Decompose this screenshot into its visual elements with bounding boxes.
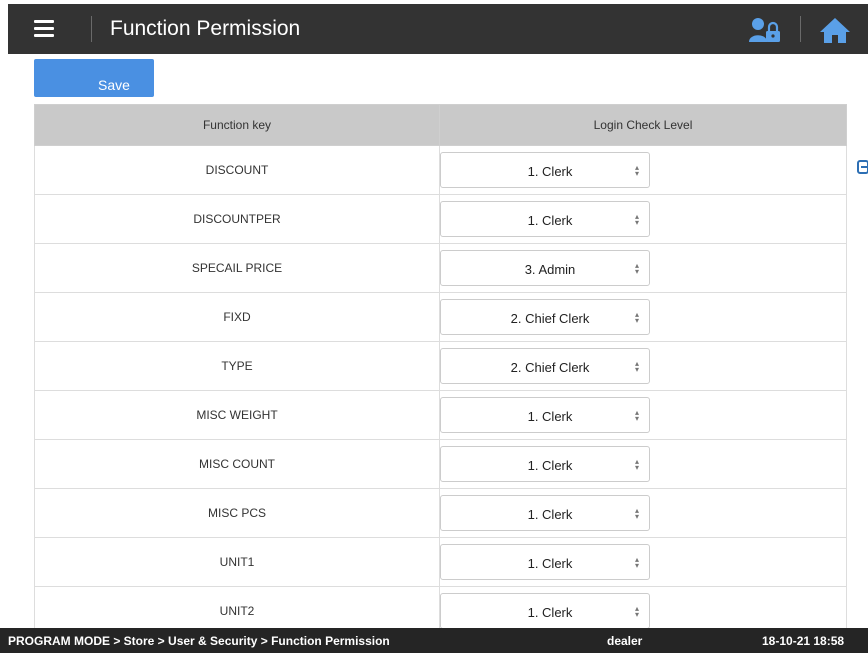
function-key-cell: SPECAIL PRICE <box>34 243 440 293</box>
login-level-select[interactable]: 2. Chief Clerk ▴ ▾ <box>440 299 650 335</box>
select-caret-icon: ▴ ▾ <box>634 408 639 423</box>
select-value: 1. Clerk <box>527 556 573 571</box>
table-row: UNIT1 1. Clerk ▴ ▾ <box>34 537 847 587</box>
left-edge <box>0 0 8 653</box>
table-row: DISCOUNTPER 1. Clerk ▴ ▾ <box>34 194 847 244</box>
select-value: 1. Clerk <box>527 458 573 473</box>
level-cell: 1. Clerk ▴ ▾ <box>439 194 847 244</box>
user-lock-icon[interactable] <box>748 16 782 44</box>
select-caret-icon: ▴ ▾ <box>634 604 639 619</box>
select-value: 1. Clerk <box>527 409 573 424</box>
level-cell: 1. Clerk ▴ ▾ <box>439 390 847 440</box>
table-row: MISC PCS 1. Clerk ▴ ▾ <box>34 488 847 538</box>
select-caret-icon: ▴ ▾ <box>634 310 639 325</box>
login-level-select[interactable]: 2. Chief Clerk ▴ ▾ <box>440 348 650 384</box>
select-caret-icon: ▴ ▾ <box>634 555 639 570</box>
header-divider <box>91 16 92 42</box>
function-key-cell: UNIT1 <box>34 537 440 587</box>
select-value: 3. Admin <box>524 262 576 277</box>
function-key-cell: FIXD <box>34 292 440 342</box>
function-key-cell: TYPE <box>34 341 440 391</box>
table-header-row: Function key Login Check Level <box>34 104 847 146</box>
column-header: Login Check Level <box>439 104 847 146</box>
select-value: 2. Chief Clerk <box>510 311 590 326</box>
function-key-cell: DISCOUNT <box>34 145 440 195</box>
status-datetime: 18-10-21 18:58 <box>762 634 845 648</box>
table-row: MISC WEIGHT 1. Clerk ▴ ▾ <box>34 390 847 440</box>
login-level-select[interactable]: 1. Clerk ▴ ▾ <box>440 446 650 482</box>
header-bar: Function Permission <box>8 4 868 54</box>
current-user: dealer <box>607 634 643 648</box>
select-value: 1. Clerk <box>527 507 573 522</box>
select-caret-icon: ▴ ▾ <box>634 359 639 374</box>
level-cell: 1. Clerk ▴ ▾ <box>439 439 847 489</box>
login-level-select[interactable]: 1. Clerk ▴ ▾ <box>440 152 650 188</box>
login-level-select[interactable]: 3. Admin ▴ ▾ <box>440 250 650 286</box>
login-level-select[interactable]: 1. Clerk ▴ ▾ <box>440 593 650 629</box>
select-caret-icon: ▴ ▾ <box>634 163 639 178</box>
select-caret-icon: ▴ ▾ <box>634 506 639 521</box>
permission-table: Function key Login Check Level DISCOUNT … <box>34 104 847 636</box>
save-button[interactable]: Save <box>34 59 154 97</box>
logout-icon[interactable] <box>857 160 868 174</box>
table-row: DISCOUNT 1. Clerk ▴ ▾ <box>34 145 847 195</box>
login-level-select[interactable]: 1. Clerk ▴ ▾ <box>440 201 650 237</box>
column-header: Function key <box>34 104 440 146</box>
select-caret-icon: ▴ ▾ <box>634 261 639 276</box>
table-row: FIXD 2. Chief Clerk ▴ ▾ <box>34 292 847 342</box>
login-level-select[interactable]: 1. Clerk ▴ ▾ <box>440 544 650 580</box>
level-cell: 1. Clerk ▴ ▾ <box>439 145 847 195</box>
level-cell: 2. Chief Clerk ▴ ▾ <box>439 292 847 342</box>
level-cell: 2. Chief Clerk ▴ ▾ <box>439 341 847 391</box>
level-cell: 1. Clerk ▴ ▾ <box>439 537 847 587</box>
home-icon[interactable] <box>818 15 852 45</box>
table-row: MISC COUNT 1. Clerk ▴ ▾ <box>34 439 847 489</box>
breadcrumb: PROGRAM MODE > Store > User & Security >… <box>8 634 390 648</box>
table-row: SPECAIL PRICE 3. Admin ▴ ▾ <box>34 243 847 293</box>
menu-icon[interactable] <box>30 15 60 43</box>
function-key-cell: DISCOUNTPER <box>34 194 440 244</box>
select-value: 1. Clerk <box>527 605 573 620</box>
level-cell: 3. Admin ▴ ▾ <box>439 243 847 293</box>
select-caret-icon: ▴ ▾ <box>634 457 639 472</box>
table-row: TYPE 2. Chief Clerk ▴ ▾ <box>34 341 847 391</box>
select-value: 1. Clerk <box>527 164 573 179</box>
header-divider <box>800 16 801 42</box>
login-level-select[interactable]: 1. Clerk ▴ ▾ <box>440 495 650 531</box>
level-cell: 1. Clerk ▴ ▾ <box>439 488 847 538</box>
function-key-cell: MISC COUNT <box>34 439 440 489</box>
function-key-cell: MISC WEIGHT <box>34 390 440 440</box>
page-title: Function Permission <box>110 17 301 40</box>
select-caret-icon: ▴ ▾ <box>634 212 639 227</box>
status-bar: PROGRAM MODE > Store > User & Security >… <box>0 628 868 653</box>
login-level-select[interactable]: 1. Clerk ▴ ▾ <box>440 397 650 433</box>
select-value: 2. Chief Clerk <box>510 360 590 375</box>
select-value: 1. Clerk <box>527 213 573 228</box>
function-key-cell: MISC PCS <box>34 488 440 538</box>
